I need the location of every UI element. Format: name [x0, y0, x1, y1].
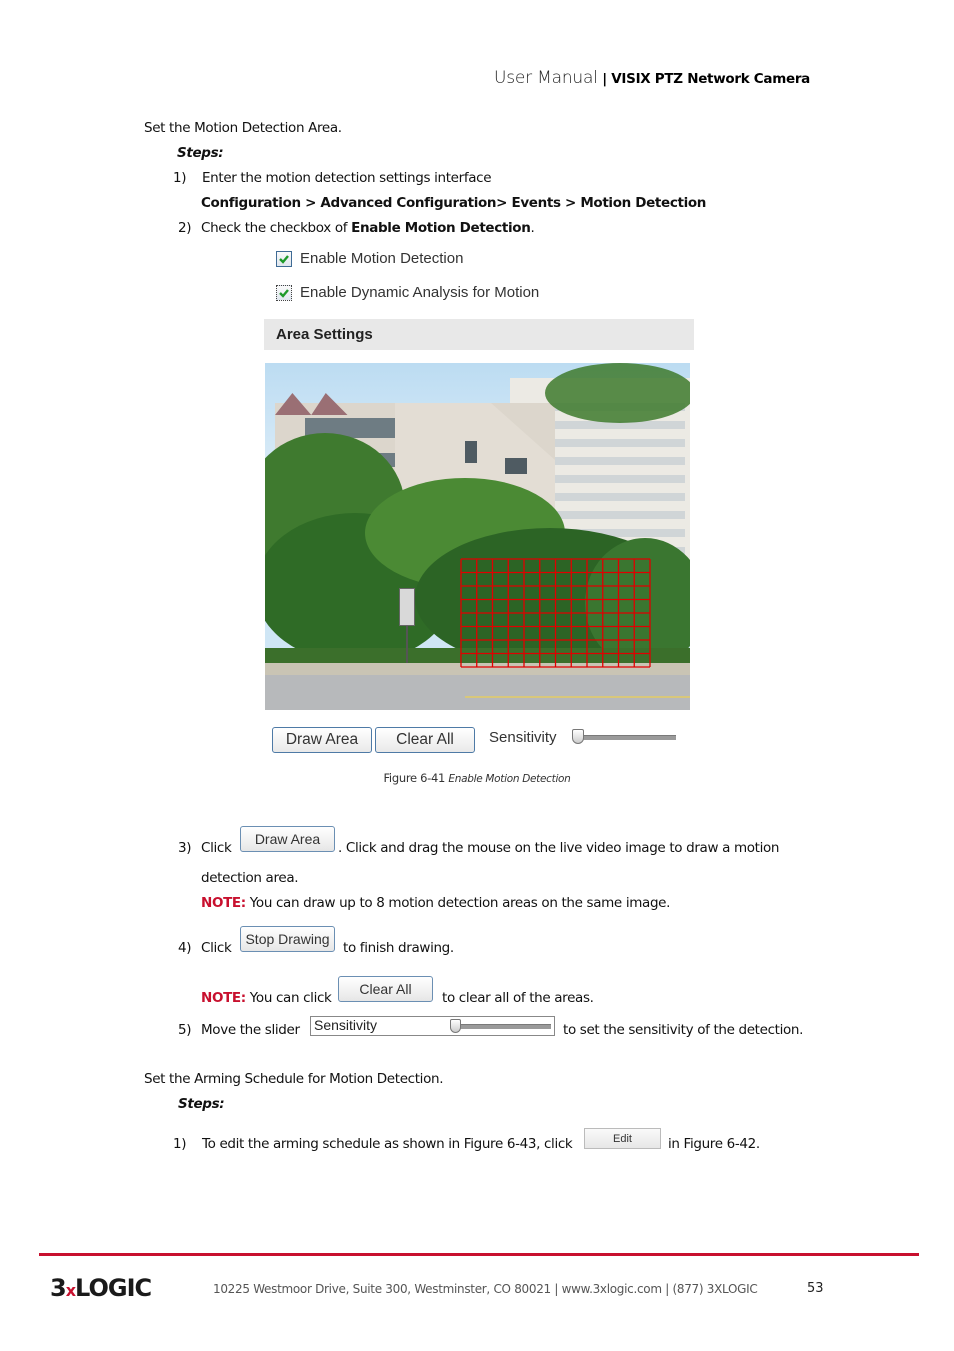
sensitivity-label: Sensitivity [489, 729, 557, 746]
step-text: to set the sensitivity of the detection. [563, 1022, 804, 1038]
header-separator: | [602, 71, 607, 87]
note: NOTE: You can draw up to 8 motion detect… [201, 895, 670, 911]
step-number: 4) [178, 940, 192, 956]
window [505, 458, 527, 474]
step-text: To edit the arming schedule as shown in … [202, 1136, 573, 1152]
text: Check the checkbox of [201, 220, 352, 236]
bold-text: Enable Motion Detection [351, 220, 531, 236]
edit-button-image: Edit [584, 1128, 661, 1149]
step-number: 3) [178, 840, 192, 856]
enable-dynamic-analysis-row[interactable]: Enable Dynamic Analysis for Motion [276, 284, 539, 301]
footer-rule [39, 1253, 919, 1256]
note-text: to clear all of the areas. [442, 990, 594, 1006]
area-settings-header: Area Settings [264, 319, 694, 350]
checkmark-icon [279, 288, 289, 298]
logo-part: LOGIC [75, 1274, 152, 1302]
road-sign [399, 588, 415, 626]
note-label: NOTE: [201, 990, 246, 1006]
checkbox-label: Enable Dynamic Analysis for Motion [300, 284, 540, 301]
sensitivity-slider-image: Sensitivity [310, 1016, 555, 1036]
company-logo: 3xLOGIC [50, 1274, 152, 1302]
window [465, 441, 477, 463]
step-text: detection area. [201, 870, 299, 886]
step-text: to finish drawing. [343, 940, 454, 956]
section-title: Set the Motion Detection Area. [144, 120, 342, 136]
step-number: 1) [173, 170, 187, 186]
slider-handle [450, 1019, 461, 1033]
slider-label: Sensitivity [314, 1017, 378, 1033]
steps-label: Steps: [177, 145, 224, 161]
note-text: You can draw up to 8 motion detection ar… [245, 895, 671, 911]
slider-track [457, 1024, 551, 1029]
step-text: Enter the motion detection settings inte… [202, 170, 492, 186]
step-text: Check the checkbox of Enable Motion Dete… [201, 220, 535, 236]
click-text: Click [201, 940, 232, 956]
product-name: VISIX PTZ Network Camera [611, 71, 810, 87]
page-header: User Manual | VISIX PTZ Network Camera [494, 68, 810, 88]
tree [545, 363, 690, 423]
caption-number: Figure 6-41 [383, 771, 446, 785]
enable-dynamic-analysis-checkbox[interactable] [276, 284, 292, 301]
menu-path: Configuration > Advanced Configuration> … [201, 195, 707, 211]
page-number: 53 [807, 1281, 824, 1296]
sensitivity-slider-handle[interactable] [572, 729, 584, 744]
sensitivity-slider-track[interactable] [576, 735, 676, 740]
road-line [465, 696, 690, 698]
draw-area-button[interactable]: Draw Area [272, 727, 372, 753]
road [265, 675, 690, 710]
note: NOTE: You can click [201, 990, 332, 1006]
enable-motion-detection-row[interactable]: Enable Motion Detection [276, 250, 463, 267]
steps-label: Steps: [178, 1096, 225, 1112]
clear-all-button-image: Clear All [338, 976, 433, 1002]
doc-type: User Manual [494, 68, 598, 88]
logo-part: 3 [50, 1274, 67, 1302]
click-text: Click [201, 840, 232, 856]
enable-motion-detection-checkbox[interactable] [276, 250, 292, 267]
step-text: . Click and drag the mouse on the live v… [338, 840, 780, 856]
step-number: 1) [173, 1136, 187, 1152]
caption-title: Enable Motion Detection [448, 773, 571, 785]
draw-area-button-image: Draw Area [240, 826, 335, 852]
clear-all-button[interactable]: Clear All [375, 727, 475, 753]
note-label: NOTE: [201, 895, 246, 911]
stop-drawing-button-image: Stop Drawing [240, 926, 335, 952]
text: . [530, 220, 535, 236]
note-text: You can click [245, 990, 332, 1006]
footer-address: 10225 Westmoor Drive, Suite 300, Westmin… [213, 1282, 758, 1296]
step-number: 5) [178, 1022, 192, 1038]
checkmark-icon [279, 254, 289, 264]
logo-x: x [65, 1281, 76, 1300]
checkbox-label: Enable Motion Detection [300, 250, 464, 267]
figure-caption: Figure 6-41 Enable Motion Detection [0, 771, 954, 785]
step-text: Move the slider [201, 1022, 300, 1038]
step-text: in Figure 6-42. [668, 1136, 760, 1152]
live-video-image[interactable] [265, 363, 690, 710]
section-title: Set the Arming Schedule for Motion Detec… [144, 1071, 444, 1087]
step-number: 2) [178, 220, 192, 236]
motion-detection-grid[interactable] [460, 558, 651, 668]
